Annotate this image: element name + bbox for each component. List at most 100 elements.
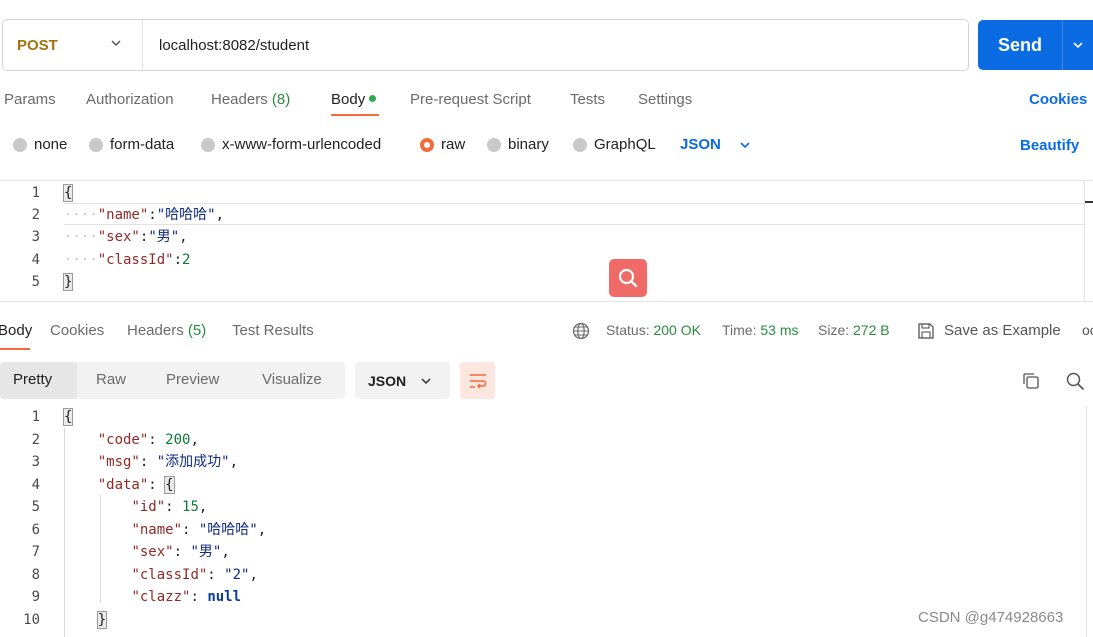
radio-binary[interactable]: binary <box>487 136 549 153</box>
view-visualize[interactable]: Visualize <box>262 371 322 388</box>
status-indicator[interactable]: Status: 200 OK <box>606 322 701 338</box>
response-view-selector: Pretty Raw Preview Visualize <box>0 362 345 399</box>
send-button[interactable]: Send <box>978 20 1093 70</box>
json-key: "sex" <box>97 229 140 245</box>
view-pretty[interactable]: Pretty <box>13 371 52 388</box>
radio-urlencoded[interactable]: x-www-form-urlencoded <box>201 136 381 153</box>
view-preview[interactable]: Preview <box>166 371 219 388</box>
json-comma: , <box>257 522 267 538</box>
active-tab-indicator <box>0 348 30 350</box>
tab-headers-count: (8) <box>271 91 291 108</box>
radio-icon <box>13 137 27 152</box>
close-brace: } <box>62 273 74 291</box>
code-line: 2 "code": 200, <box>0 429 1084 451</box>
response-scrollbar[interactable] <box>1086 406 1093 637</box>
radio-none[interactable]: none <box>13 136 67 153</box>
save-as-example-button[interactable]: Save as Example <box>944 322 1061 339</box>
time-indicator[interactable]: Time: 53 ms <box>722 322 799 338</box>
radio-icon <box>89 137 103 152</box>
whitespace-marker: ···· <box>64 207 98 223</box>
tab-settings[interactable]: Settings <box>638 91 692 108</box>
search-icon <box>1066 372 1084 390</box>
tab-authorization[interactable]: Authorization <box>86 91 174 108</box>
code-line: 5 "id": 15, <box>0 496 1084 518</box>
radio-none-label: none <box>34 136 68 153</box>
request-body-editor[interactable]: 1 { 2 ····"name":"哈哈哈", 3 ····"sex":"男",… <box>0 180 1093 302</box>
json-key: "code" <box>97 432 149 448</box>
radio-raw[interactable]: raw <box>420 136 465 153</box>
json-comma: , <box>249 567 258 583</box>
tab-params[interactable]: Params <box>4 91 56 108</box>
send-options-button[interactable] <box>1063 39 1093 51</box>
search-button[interactable] <box>1064 370 1086 392</box>
json-comma: , <box>221 544 230 560</box>
json-key: "msg" <box>97 454 140 470</box>
open-brace: { <box>62 408 74 426</box>
chevron-down-icon <box>421 377 431 384</box>
size-indicator[interactable]: Size: 272 B <box>818 322 890 338</box>
json-value: null <box>207 589 242 605</box>
tab-headers[interactable]: Headers (8) <box>211 91 290 108</box>
tab-response-cookies[interactable]: Cookies <box>50 322 104 339</box>
wrap-lines-button[interactable] <box>460 362 495 399</box>
beautify-button[interactable]: Beautify <box>1020 137 1079 154</box>
tab-response-headers-count: (5) <box>187 322 207 339</box>
radio-selected-icon <box>420 137 434 152</box>
line-number: 6 <box>31 522 40 538</box>
json-key: "classId" <box>131 567 208 583</box>
json-comma: , <box>179 229 188 245</box>
radio-graphql[interactable]: GraphQL <box>573 136 656 153</box>
line-number: 7 <box>31 544 40 560</box>
json-key: "clazz" <box>131 589 191 605</box>
tab-prerequest-script[interactable]: Pre-request Script <box>410 91 531 108</box>
wrap-lines-icon <box>469 373 486 389</box>
code-line: 3 ····"sex":"男", <box>0 226 1084 248</box>
json-value: "哈哈哈" <box>198 522 258 538</box>
method-select[interactable]: POST <box>3 20 143 70</box>
globe-icon[interactable] <box>572 322 590 340</box>
tab-response-body[interactable]: Body <box>0 322 32 339</box>
response-format-select[interactable]: JSON <box>355 362 450 399</box>
radio-form-data[interactable]: form-data <box>89 136 174 153</box>
floating-search-button[interactable] <box>609 259 647 297</box>
editor-scrollbar[interactable] <box>1084 181 1085 301</box>
json-key: "sex" <box>131 544 174 560</box>
line-number: 3 <box>31 229 40 245</box>
radio-icon <box>487 137 501 152</box>
json-key: "name" <box>131 522 183 538</box>
time-value: 53 ms <box>760 322 799 338</box>
status-value: 200 OK <box>653 322 701 338</box>
tab-body[interactable]: Body <box>331 91 377 108</box>
code-line: 4 "data": { <box>0 474 1084 496</box>
size-label: Size: <box>818 322 850 338</box>
json-value: "添加成功" <box>156 454 230 470</box>
code-line: 8 "classId": "2", <box>0 564 1084 586</box>
body-format-select[interactable]: JSON <box>680 136 751 153</box>
whitespace-marker: ···· <box>64 252 98 268</box>
tab-response-headers[interactable]: Headers (5) <box>127 322 206 339</box>
code-line: 7 "sex": "男", <box>0 541 1084 563</box>
code-line: 4 ····"classId":2 <box>0 249 1084 271</box>
code-line: 2 ····"name":"哈哈哈", <box>0 204 1084 226</box>
copy-button[interactable] <box>1020 370 1042 392</box>
json-value: "哈哈哈" <box>156 207 216 223</box>
json-value: 15 <box>182 499 199 515</box>
url-input[interactable]: localhost:8082/student <box>143 37 309 54</box>
code-line: 1 { <box>0 406 1084 428</box>
radio-graphql-label: GraphQL <box>594 136 656 153</box>
line-number: 5 <box>31 499 40 515</box>
cookies-link[interactable]: Cookies <box>1029 91 1087 108</box>
search-icon <box>618 268 638 288</box>
view-raw[interactable]: Raw <box>96 371 126 388</box>
watermark: CSDN @g474928663 <box>918 609 1064 626</box>
tab-tests[interactable]: Tests <box>570 91 605 108</box>
copy-icon <box>1023 373 1039 389</box>
code-line: 3 "msg": "添加成功", <box>0 451 1084 473</box>
tab-test-results[interactable]: Test Results <box>232 322 314 339</box>
code-line: 6 "name": "哈哈哈", <box>0 519 1084 541</box>
tab-headers-label: Headers <box>211 91 268 108</box>
response-body-viewer[interactable]: 1 { 2 "code": 200, 3 "msg": "添加成功", 4 "d… <box>0 406 1093 637</box>
more-options-icon[interactable]: oo <box>1082 322 1093 338</box>
json-comma: , <box>215 207 225 223</box>
json-value: "2" <box>224 567 250 583</box>
